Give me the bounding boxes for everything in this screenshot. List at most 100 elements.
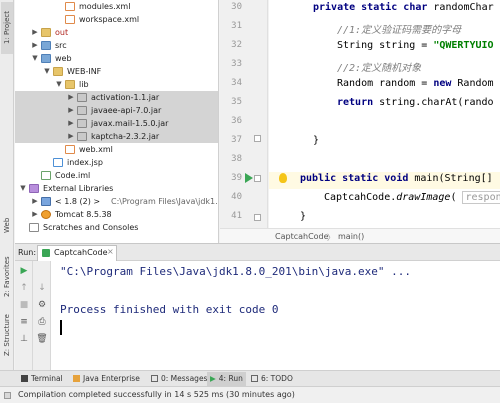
structure-tool-tab[interactable]: Z: Structure [1,312,13,358]
line-number: 33 [231,59,242,69]
soft-wrap-icon[interactable]: ≡ [18,316,30,328]
breadcrumb: CaptcahCode 〉 main() [220,228,500,243]
status-message[interactable]: Compilation completed successfully in 14… [18,387,295,403]
pin-icon[interactable]: ⊥ [18,333,30,345]
jdk-path: C:\Program Files\Java\jdk1.8.0_201 [111,197,218,206]
line-number: 37 [231,135,242,145]
messages-tab[interactable]: 0: Messages [148,372,210,386]
line-number: 31 [231,21,242,31]
app-run-icon [42,249,50,257]
fold-marker-icon[interactable] [254,214,261,221]
tree-row[interactable]: ▼ lib [15,78,218,91]
fold-marker-icon[interactable] [254,175,261,182]
tree-row[interactable]: ▶ src [15,39,218,52]
tree-row[interactable]: ▶ < 1.8 (2) > C:\Program Files\Java\jdk1.8… [15,195,218,208]
run-config-tab[interactable]: CaptcahCode × [37,245,117,261]
project-tool-tab[interactable]: 1: Project [1,2,13,54]
collapsed-arrow-icon[interactable]: ▶ [67,130,75,143]
expanded-arrow-icon[interactable]: ▼ [55,78,63,91]
tom-ico-icon [41,210,51,219]
left-tool-strip: 1: Project Web 2: Favorites Z: Structure [0,0,14,370]
tool-window-bar: Terminal Java Enterprise 0: Messages ▶ 4:… [0,370,500,386]
java-enterprise-icon [73,375,80,382]
console-caret [60,320,62,335]
collapsed-arrow-icon[interactable]: ▶ [67,91,75,104]
tree-row-label: Tomcat 8.5.38 [55,210,112,219]
run-icon: ▶ [210,374,216,383]
breadcrumb-method[interactable]: main() [338,232,364,241]
tree-row[interactable]: ▶ kaptcha-2.3.2.jar [15,130,218,143]
print-icon[interactable]: ⎙ [36,316,48,328]
layout-icon[interactable] [4,392,11,399]
console-exit-line: Process finished with exit code 0 [60,303,279,316]
tree-row-label: WEB-INF [67,67,102,76]
run-tab[interactable]: ▶ 4: Run [207,372,246,386]
editor-gutter: 30 31 32 33 34 35 36 37 38 39 40 41 [220,0,268,228]
tree-row[interactable]: index.jsp [15,156,218,169]
settings-icon[interactable]: ⚙ [36,299,48,311]
tree-row[interactable]: ▶ javaee-api-7.0.jar [15,104,218,117]
collapsed-arrow-icon[interactable]: ▶ [31,195,39,208]
tree-row[interactable]: Scratches and Consoles [15,221,218,234]
file-jar-icon [77,132,87,141]
lightbulb-icon[interactable] [279,173,287,183]
tree-row[interactable]: ▶ activation-1.1.jar [15,91,218,104]
tree-row[interactable]: ▼ External Libraries [15,182,218,195]
breadcrumb-class[interactable]: CaptcahCode [275,232,329,241]
tree-row-label: web [55,54,72,63]
tree-row[interactable]: ▼ web [15,52,218,65]
messages-icon [151,375,158,382]
file-xml-icon [65,2,75,11]
code-line-31: //1:定义验证码需要的字母 [337,25,462,36]
java-enterprise-tab[interactable]: Java Enterprise [70,372,143,386]
tree-row-label: modules.xml [79,2,131,11]
tree-row[interactable]: web.xml [15,143,218,156]
run-panel-header: Run: CaptcahCode × [15,243,500,261]
expanded-arrow-icon[interactable]: ▼ [43,65,51,78]
tree-row[interactable]: Code.iml [15,169,218,182]
trash-icon[interactable]: 🗑 [36,333,48,345]
run-label: Run: [18,248,37,257]
tree-row[interactable]: modules.xml [15,0,218,13]
web-tool-tab[interactable]: Web [1,212,13,238]
collapsed-arrow-icon[interactable]: ▶ [31,39,39,52]
run-console[interactable]: "C:\Program Files\Java\jdk1.8.0_201\bin\… [51,261,500,370]
breadcrumb-separator: 〉 [327,233,335,242]
tree-row-label: Scratches and Consoles [43,223,139,232]
code-line-30: private static char randomChar [313,2,494,13]
stop-icon[interactable]: ■ [18,299,30,311]
collapsed-arrow-icon[interactable]: ▶ [67,117,75,130]
tree-row[interactable]: workspace.xml [15,13,218,26]
folder-icon [53,67,63,76]
expanded-arrow-icon[interactable]: ▼ [19,182,27,195]
tree-row-label: index.jsp [67,158,103,167]
todo-icon [251,375,258,382]
rerun-icon[interactable]: ▶ [18,265,30,277]
fold-marker-icon[interactable] [254,135,261,142]
collapsed-arrow-icon[interactable]: ▶ [31,208,39,221]
tree-row[interactable]: ▶ javax.mail-1.5.0.jar [15,117,218,130]
collapsed-arrow-icon[interactable]: ▶ [31,26,39,39]
tree-row[interactable]: ▶ out [15,26,218,39]
up-arrow-icon[interactable]: ↑ [18,282,30,294]
tree-row-label: javaee-api-7.0.jar [91,106,162,115]
collapsed-arrow-icon[interactable]: ▶ [67,104,75,117]
scr-ico-icon [29,223,39,232]
expanded-arrow-icon[interactable]: ▼ [31,52,39,65]
code-line-33: //2:定义随机对象 [337,63,422,74]
close-icon[interactable]: × [107,247,114,256]
run-main-icon[interactable] [245,173,253,183]
line-number: 38 [231,154,242,164]
tree-row-label: javax.mail-1.5.0.jar [91,119,169,128]
favorites-tool-tab[interactable]: 2: Favorites [1,252,13,302]
code-line-32: String string = "QWERTYUIO [337,40,494,51]
line-number: 36 [231,116,242,126]
tree-row[interactable]: ▶ Tomcat 8.5.38 [15,208,218,221]
code-editor[interactable]: private static char randomChar //1:定义验证码… [269,0,500,228]
down-arrow-icon[interactable]: ↓ [36,282,48,294]
code-line-37: } [313,135,320,146]
terminal-tab[interactable]: Terminal [18,372,66,386]
todo-tab[interactable]: 6: TODO [248,372,296,386]
run-toolbar-secondary: ↓ ⚙ ⎙ 🗑 [33,261,51,370]
tree-row[interactable]: ▼ WEB-INF [15,65,218,78]
